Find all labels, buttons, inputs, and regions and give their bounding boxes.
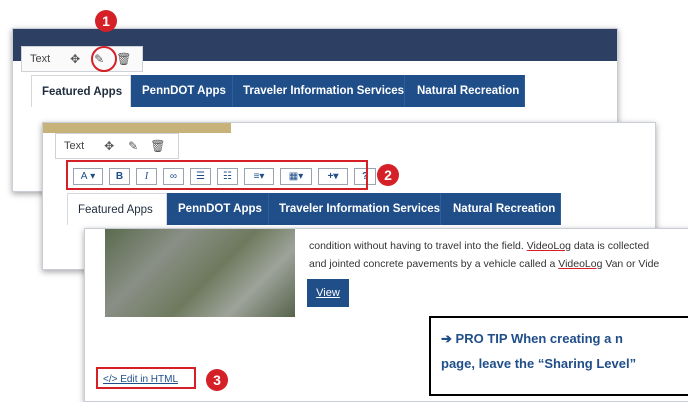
arrow-icon: ➔	[441, 331, 452, 346]
tab-penndot-apps[interactable]: PennDOT Apps	[131, 75, 233, 107]
tab-traveler-information-services[interactable]: Traveler Information Services	[233, 75, 405, 107]
toolbar-highlight-box	[66, 160, 368, 190]
tab-traveler-information-services[interactable]: Traveler Information Services	[269, 193, 441, 225]
aerial-photo	[105, 229, 295, 317]
view-button[interactable]: View	[307, 279, 349, 307]
tab-natural-recreation[interactable]: Natural Recreation	[405, 75, 525, 107]
tab-penndot-apps[interactable]: PennDOT Apps	[167, 193, 269, 225]
description-line-1: condition without having to travel into …	[309, 237, 649, 255]
trash-icon[interactable]: 🗑	[116, 52, 131, 66]
text-tag-label: Text	[30, 53, 51, 65]
tab-natural-recreation[interactable]: Natural Recreation	[441, 193, 561, 225]
move-icon[interactable]: ✥	[68, 52, 82, 66]
tab-featured-apps[interactable]: Featured Apps	[67, 193, 167, 225]
tab-bar: Featured Apps PennDOT Apps Traveler Info…	[31, 75, 525, 107]
pencil-icon[interactable]: ✎	[126, 139, 140, 153]
pro-tip-callout: ➔ PRO TIP When creating a n page, leave …	[429, 316, 688, 396]
description-text-2b: Van or Vide	[605, 258, 660, 270]
tip-line-2: page, leave the “Sharing Level”	[441, 356, 637, 371]
pencil-highlight-circle	[91, 46, 117, 72]
videolog-word-2: VideoLog	[558, 258, 603, 270]
description-line-2: and jointed concrete pavements by a vehi…	[309, 255, 659, 273]
text-block-tag: Text ✥ ✎ 🗑	[55, 133, 179, 159]
tip-text-1: When creating a n	[510, 331, 623, 346]
tab-featured-apps[interactable]: Featured Apps	[31, 75, 131, 107]
edit-html-highlight-box	[96, 367, 196, 389]
description-text-1a: condition without having to travel into …	[309, 240, 524, 252]
step-marker-2: 2	[377, 164, 399, 186]
videolog-word-1: VideoLog	[526, 240, 571, 252]
tab-bar: Featured Apps PennDOT Apps Traveler Info…	[67, 193, 561, 225]
text-tag-label: Text	[64, 140, 85, 152]
trash-icon[interactable]: 🗑	[150, 139, 165, 153]
text-block-tag: Text ✥ ✎ 🗑	[21, 46, 143, 72]
description-text-1b: data is collected	[573, 240, 650, 252]
step-marker-3: 3	[206, 369, 228, 391]
image-thumb-strip	[43, 123, 231, 133]
description-text-2a: and jointed concrete pavements by a vehi…	[309, 258, 556, 270]
step-marker-1: 1	[95, 10, 117, 32]
tip-label: PRO TIP	[455, 331, 508, 346]
tip-line-1: ➔ PRO TIP When creating a n	[441, 326, 682, 351]
move-icon[interactable]: ✥	[102, 139, 116, 153]
